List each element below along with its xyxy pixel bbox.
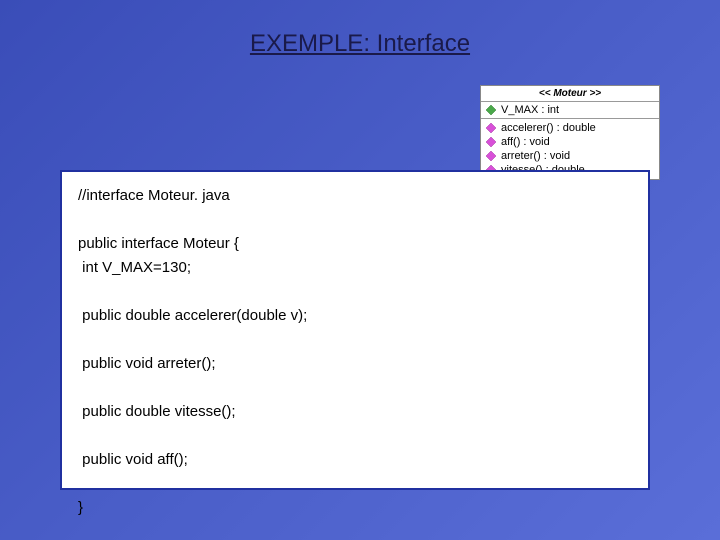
operation-icon [485, 150, 497, 162]
uml-attribute-label: V_MAX : int [501, 104, 559, 116]
attribute-icon [485, 104, 497, 116]
uml-operation-label: arreter() : void [501, 150, 570, 162]
uml-operation-row: accelerer() : double [485, 121, 655, 135]
uml-attribute-row: V_MAX : int [481, 102, 659, 119]
uml-diagram: << Moteur >> V_MAX : int accelerer() : d… [480, 85, 660, 180]
uml-operation-label: accelerer() : double [501, 122, 596, 134]
slide-title: EXEMPLE: Interface [0, 0, 720, 58]
operation-icon [485, 136, 497, 148]
operation-icon [485, 122, 497, 134]
uml-stereotype: << Moteur >> [485, 88, 655, 99]
uml-operation-label: aff() : void [501, 136, 550, 148]
uml-operation-row: arreter() : void [485, 149, 655, 163]
code-block: //interface Moteur. java public interfac… [60, 170, 650, 490]
uml-header: << Moteur >> [481, 86, 659, 102]
uml-operation-row: aff() : void [485, 135, 655, 149]
